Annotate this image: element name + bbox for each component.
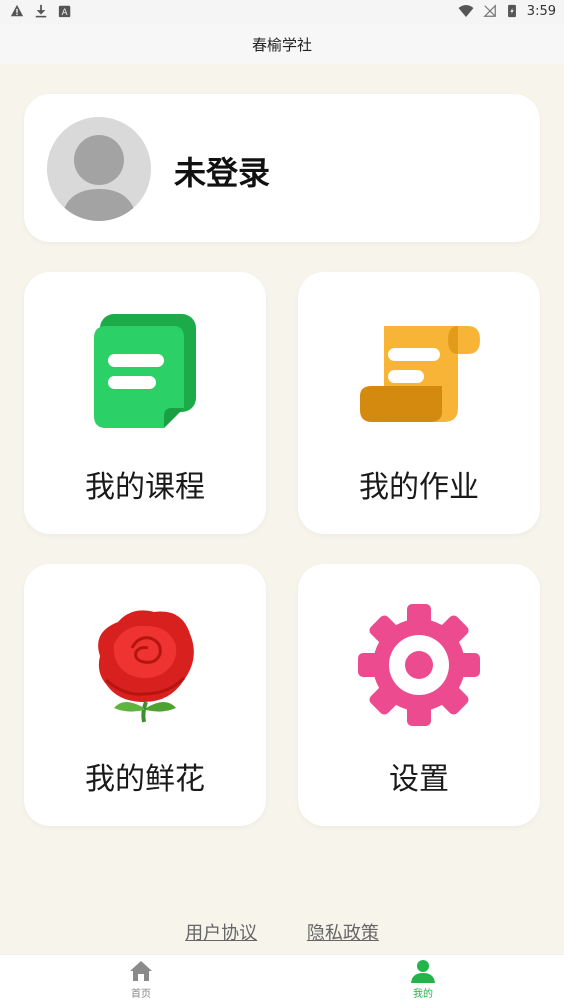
title-bar: 春榆学社 <box>0 24 564 64</box>
avatar[interactable] <box>47 117 151 221</box>
settings-tile[interactable]: 设置 <box>298 564 540 826</box>
nav-home[interactable]: 首页 <box>81 959 201 1000</box>
my-flowers-tile[interactable]: 我的鲜花 <box>24 564 266 826</box>
my-homework-label: 我的作业 <box>359 470 479 505</box>
page-title: 春榆学社 <box>251 35 312 54</box>
profile-card[interactable]: 未登录 <box>24 94 540 242</box>
status-bar: A 3:59 <box>0 0 564 24</box>
footer-links: 用户协议 隐私政策 <box>0 919 564 945</box>
nav-mine-label: 我的 <box>413 989 433 1000</box>
my-courses-tile[interactable]: 我的课程 <box>24 272 266 534</box>
warning-icon <box>10 4 24 17</box>
app-a-icon: A <box>58 5 71 18</box>
settings-label: 设置 <box>389 762 449 797</box>
my-homework-tile[interactable]: 我的作业 <box>298 272 540 534</box>
nav-home-label: 首页 <box>131 989 151 1000</box>
privacy-policy-link[interactable]: 隐私政策 <box>307 923 379 944</box>
home-icon <box>130 961 152 981</box>
scroll-icon <box>360 326 480 422</box>
user-icon <box>411 960 435 983</box>
my-courses-label: 我的课程 <box>85 470 205 505</box>
gear-icon <box>358 604 480 726</box>
bottom-nav: 首页 我的 <box>0 954 564 1002</box>
nav-mine[interactable]: 我的 <box>363 959 483 1000</box>
download-icon <box>35 4 47 18</box>
rose-icon <box>98 610 194 723</box>
chat-document-icon <box>94 314 196 428</box>
user-agreement-link[interactable]: 用户协议 <box>185 923 257 944</box>
my-flowers-label: 我的鲜花 <box>85 762 205 797</box>
svg-text:A: A <box>62 8 68 18</box>
no-signal-icon <box>483 4 496 17</box>
wifi-icon <box>458 5 474 17</box>
main-content: 未登录 我的课程 我的作业 我的鲜花 设置 用户协议 隐私政策 <box>0 64 564 954</box>
battery-icon <box>507 4 516 18</box>
login-status-label[interactable]: 未登录 <box>174 148 270 194</box>
default-avatar-icon <box>47 117 151 221</box>
status-time: 3:59 <box>526 3 556 19</box>
